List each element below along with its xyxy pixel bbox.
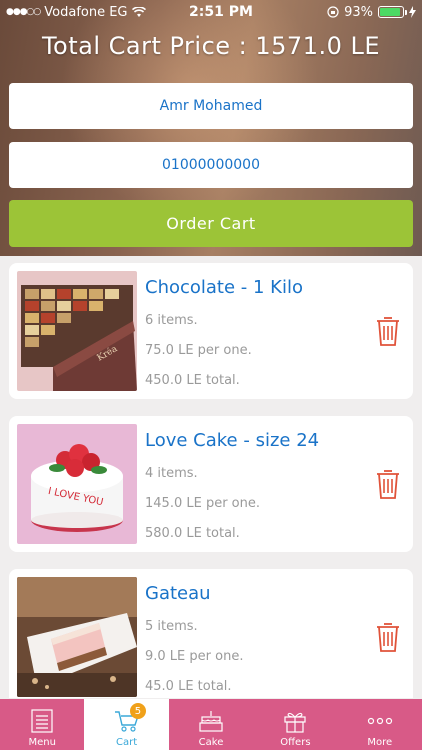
tab-bar: Menu 5 Cart Cake Offers More: [0, 699, 422, 750]
wifi-icon: [131, 6, 146, 17]
cart-header: ●●●○○ Vodafone EG 2:51 PM 93% Total Cart…: [0, 0, 422, 256]
cart-item: Kréa Chocolate - 1 Kilo 6 items. 75.0 LE…: [9, 263, 413, 399]
gateau-slice-image: [17, 577, 137, 697]
love-cake-image: I LOVE YOU: [17, 424, 137, 544]
cart-item: I LOVE YOU Love Cake - size 24 4 items. …: [9, 416, 413, 552]
tab-menu[interactable]: Menu: [0, 699, 84, 750]
item-price: 145.0 LE per one.: [145, 496, 260, 511]
order-cart-button[interactable]: Order Cart: [9, 200, 413, 247]
battery-icon: [378, 6, 407, 18]
status-bar: ●●●○○ Vodafone EG 2:51 PM 93%: [0, 0, 422, 24]
cart-list[interactable]: Kréa Chocolate - 1 Kilo 6 items. 75.0 LE…: [0, 256, 422, 698]
trash-icon[interactable]: [375, 315, 401, 347]
tab-more[interactable]: More: [338, 699, 422, 750]
carrier-label: Vodafone EG: [44, 4, 128, 20]
trash-icon[interactable]: [375, 621, 401, 653]
menu-list-icon: [31, 709, 53, 733]
item-count: 6 items.: [145, 313, 198, 328]
item-total: 45.0 LE total.: [145, 679, 232, 694]
item-title: Gateau: [145, 583, 211, 604]
cake-icon: [199, 711, 223, 732]
tab-cake[interactable]: Cake: [169, 699, 253, 750]
tab-offers-label: Offers: [280, 737, 311, 748]
tab-cart-label: Cart: [116, 737, 138, 748]
item-price: 75.0 LE per one.: [145, 343, 252, 358]
more-dots-icon: [367, 717, 392, 725]
signal-icon: ●●●○○: [6, 7, 41, 17]
item-count: 4 items.: [145, 466, 198, 481]
item-total: 580.0 LE total.: [145, 526, 240, 541]
tab-menu-label: Menu: [28, 737, 56, 748]
item-title: Chocolate - 1 Kilo: [145, 277, 303, 298]
item-total: 450.0 LE total.: [145, 373, 240, 388]
chocolate-box-image: Kréa: [17, 271, 137, 391]
gift-icon: [284, 712, 307, 733]
tab-more-label: More: [367, 737, 393, 748]
tab-offers[interactable]: Offers: [253, 699, 337, 750]
tab-cake-label: Cake: [198, 737, 224, 748]
name-field[interactable]: Amr Mohamed: [9, 83, 413, 129]
item-count: 5 items.: [145, 619, 198, 634]
battery-percent: 93%: [344, 4, 373, 20]
item-price: 9.0 LE per one.: [145, 649, 244, 664]
charging-icon: [409, 6, 416, 18]
cart-badge: 5: [129, 703, 146, 719]
total-cart-price: Total Cart Price : 1571.0 LE: [41, 32, 381, 60]
item-title: Love Cake - size 24: [145, 430, 320, 451]
rotation-lock-icon: [327, 6, 339, 18]
trash-icon[interactable]: [375, 468, 401, 500]
cart-item: Gateau 5 items. 9.0 LE per one. 45.0 LE …: [9, 569, 413, 698]
tab-cart[interactable]: 5 Cart: [84, 699, 169, 750]
phone-field[interactable]: 01000000000: [9, 142, 413, 188]
status-time: 2:51 PM: [189, 4, 253, 20]
